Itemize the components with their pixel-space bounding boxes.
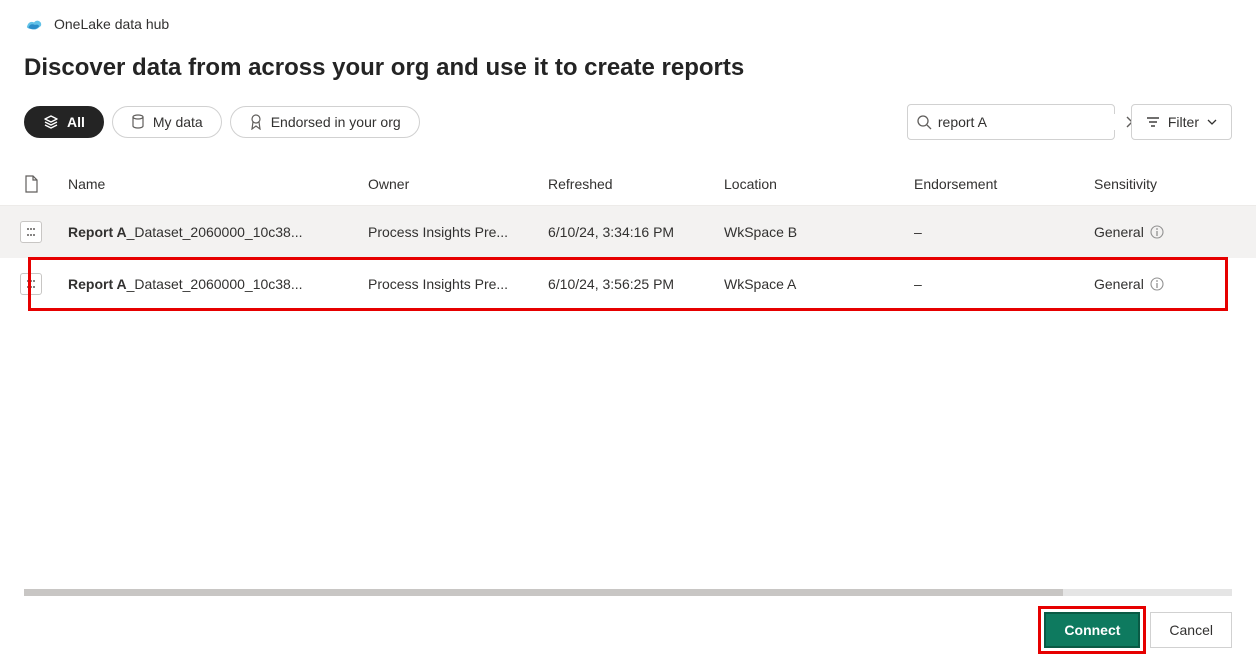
tab-all-label: All	[67, 114, 85, 130]
filter-button[interactable]: Filter	[1131, 104, 1232, 140]
controls-row: All My data Endorsed in your org Filter	[0, 82, 1256, 140]
page-title: Discover data from across your org and u…	[0, 34, 1256, 82]
row-name-rest: _Dataset_2060000_10c38...	[127, 224, 303, 240]
tab-endorsed-label: Endorsed in your org	[271, 114, 401, 130]
row-owner: Process Insights Pre...	[362, 224, 542, 240]
ribbon-icon	[249, 114, 263, 130]
row-location: WkSpace A	[718, 276, 908, 292]
connect-button[interactable]: Connect	[1044, 612, 1140, 648]
col-owner[interactable]: Owner	[362, 176, 542, 192]
row-name-rest: _Dataset_2060000_10c38...	[127, 276, 303, 292]
col-location[interactable]: Location	[718, 176, 908, 192]
onelake-logo-icon	[24, 14, 44, 34]
tab-endorsed[interactable]: Endorsed in your org	[230, 106, 420, 138]
col-refreshed[interactable]: Refreshed	[542, 176, 718, 192]
col-type-icon	[0, 175, 62, 193]
table-header-row: Name Owner Refreshed Location Endorsemen…	[0, 162, 1256, 206]
row-endorsement: –	[908, 224, 1088, 240]
row-owner: Process Insights Pre...	[362, 276, 542, 292]
data-table: Name Owner Refreshed Location Endorsemen…	[0, 162, 1256, 658]
dataset-icon	[20, 273, 42, 295]
info-icon[interactable]	[1150, 225, 1164, 239]
row-name-bold: Report A	[68, 224, 127, 240]
row-refreshed: 6/10/24, 3:34:16 PM	[542, 224, 718, 240]
dataset-icon	[20, 221, 42, 243]
tab-all[interactable]: All	[24, 106, 104, 138]
col-endorsement[interactable]: Endorsement	[908, 176, 1088, 192]
filter-label: Filter	[1168, 114, 1199, 130]
hub-title: OneLake data hub	[54, 16, 169, 32]
row-sensitivity: General	[1094, 276, 1144, 292]
row-sensitivity: General	[1094, 224, 1144, 240]
info-icon[interactable]	[1150, 277, 1164, 291]
tab-my-data[interactable]: My data	[112, 106, 222, 138]
row-refreshed: 6/10/24, 3:56:25 PM	[542, 276, 718, 292]
cylinder-icon	[131, 114, 145, 130]
tab-my-data-label: My data	[153, 114, 203, 130]
horizontal-scrollbar[interactable]	[24, 589, 1232, 596]
col-sensitivity[interactable]: Sensitivity	[1088, 176, 1248, 192]
search-box[interactable]	[907, 104, 1115, 140]
row-name-bold: Report A	[68, 276, 127, 292]
filter-icon	[1146, 116, 1160, 128]
stack-icon	[43, 114, 59, 130]
row-endorsement: –	[908, 276, 1088, 292]
table-row[interactable]: Report A_Dataset_2060000_10c38... Proces…	[0, 206, 1256, 258]
col-name[interactable]: Name	[62, 176, 362, 192]
cancel-button[interactable]: Cancel	[1150, 612, 1232, 648]
scrollbar-thumb[interactable]	[24, 589, 1063, 596]
chevron-down-icon	[1207, 119, 1217, 125]
search-icon	[916, 114, 932, 130]
table-row[interactable]: Report A_Dataset_2060000_10c38... Proces…	[0, 258, 1256, 310]
row-location: WkSpace B	[718, 224, 908, 240]
search-input[interactable]	[938, 114, 1119, 130]
